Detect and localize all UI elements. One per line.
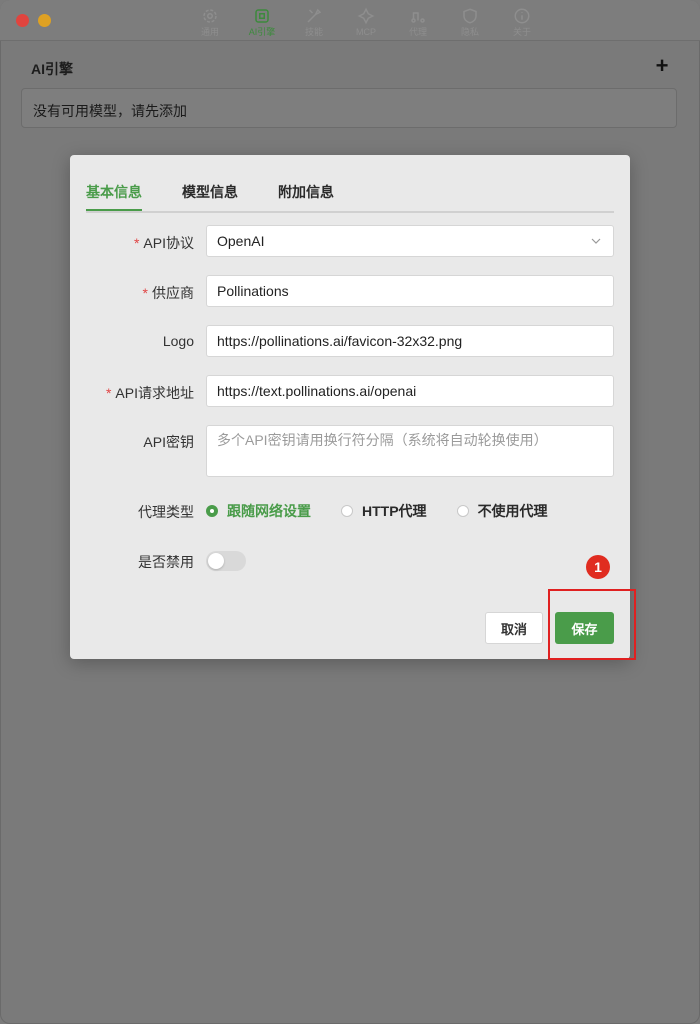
api-protocol-value: OpenAI — [217, 233, 265, 249]
tab-ai-engine[interactable]: AI引擎 — [236, 4, 288, 38]
api-protocol-select[interactable]: OpenAI — [206, 225, 614, 257]
api-key-textarea[interactable]: 多个API密钥请用换行符分隔（系统将自动轮换使用） — [206, 425, 614, 477]
empty-message: 没有可用模型，请先添加 — [33, 103, 187, 119]
logo-label-text: Logo — [162, 333, 194, 349]
proxy-icon — [411, 12, 425, 23]
api-key-label-text: API密钥 — [143, 434, 194, 450]
tab-model-info[interactable]: 模型信息 — [182, 182, 238, 202]
proxy-type-label: 代理类型 — [70, 502, 194, 522]
tab-about[interactable]: 关于 — [496, 4, 548, 38]
tab-extra-info[interactable]: 附加信息 — [278, 182, 334, 202]
api-key-label: API密钥 — [70, 432, 194, 452]
api-url-value: https://text.pollinations.ai/openai — [217, 383, 417, 399]
disabled-label-text: 是否禁用 — [138, 554, 194, 570]
radio-dot — [206, 505, 218, 517]
add-model-dialog: 基本信息 模型信息 附加信息 * API协议 OpenAI * 供应商 Pollin… — [70, 155, 630, 659]
tab-mcp[interactable]: MCP — [340, 4, 392, 38]
active-tab-indicator — [86, 209, 142, 211]
add-model-button[interactable]: + — [652, 55, 672, 77]
provider-label-text: 供应商 — [152, 285, 194, 301]
tab-about-label: 关于 — [512, 27, 531, 37]
required-mark: * — [105, 385, 112, 401]
logo-input[interactable]: https://pollinations.ai/favicon-32x32.pn… — [206, 325, 614, 357]
api-url-label-text: API请求地址 — [115, 385, 194, 401]
radio-follow-network-label: 跟随网络设置 — [227, 503, 311, 519]
toggle-knob — [208, 553, 224, 569]
radio-http-proxy[interactable]: HTTP代理 — [341, 501, 427, 521]
radio-follow-network[interactable]: 跟随网络设置 — [206, 501, 311, 521]
api-key-placeholder: 多个API密钥请用换行符分隔（系统将自动轮换使用） — [217, 432, 548, 448]
step-badge: 1 — [586, 555, 610, 579]
empty-model-list: 没有可用模型，请先添加 — [21, 88, 677, 128]
required-mark: * — [133, 235, 140, 251]
proxy-type-label-text: 代理类型 — [138, 504, 194, 520]
provider-input[interactable]: Pollinations — [206, 275, 614, 307]
tab-general[interactable]: 通用 — [184, 4, 236, 38]
logo-label: Logo — [70, 333, 194, 349]
info-icon — [514, 8, 530, 24]
logo-value: https://pollinations.ai/favicon-32x32.pn… — [217, 333, 463, 349]
tools-icon — [307, 8, 322, 23]
section-title: AI引擎 — [31, 61, 73, 77]
dialog-tabs: 基本信息 模型信息 附加信息 — [86, 177, 614, 213]
gear-icon — [203, 9, 217, 23]
cancel-button[interactable]: 取消 — [485, 612, 543, 644]
tab-proxy[interactable]: 代理 — [392, 4, 444, 38]
minimize-window-button[interactable] — [38, 14, 51, 27]
tab-mcp-label: MCP — [356, 27, 376, 37]
mcp-icon — [357, 7, 375, 25]
settings-toolbar: 通用 AI引擎 技能 MCP 代理 隐私 关于 — [184, 4, 548, 38]
provider-value: Pollinations — [217, 283, 289, 299]
provider-label: * 供应商 — [70, 283, 194, 303]
api-protocol-label: * API协议 — [70, 233, 194, 253]
tab-skills-label: 技能 — [304, 27, 323, 37]
close-window-button[interactable] — [16, 14, 29, 27]
radio-dot — [456, 505, 469, 517]
tab-privacy[interactable]: 隐私 — [444, 4, 496, 38]
api-protocol-label-text: API协议 — [143, 235, 194, 251]
required-mark: * — [142, 285, 148, 301]
radio-no-proxy-label: 不使用代理 — [477, 503, 548, 519]
titlebar: 通用 AI引擎 技能 MCP 代理 隐私 关于 — [0, 0, 700, 41]
tab-general-label: 通用 — [200, 27, 219, 37]
shield-icon — [463, 8, 477, 24]
api-url-input[interactable]: https://text.pollinations.ai/openai — [206, 375, 614, 407]
save-highlight-box — [548, 589, 636, 660]
radio-no-proxy[interactable]: 不使用代理 — [456, 501, 548, 521]
tab-proxy-label: 代理 — [408, 27, 427, 37]
chevron-down-icon — [591, 238, 601, 244]
tab-skills[interactable]: 技能 — [288, 4, 340, 38]
disabled-toggle[interactable] — [206, 551, 246, 571]
api-url-label: * API请求地址 — [70, 383, 194, 403]
tab-ai-engine-label: AI引擎 — [248, 27, 276, 37]
radio-dot — [341, 505, 353, 517]
disabled-label: 是否禁用 — [70, 552, 194, 572]
proxy-type-radio-group: 跟随网络设置 HTTP代理 不使用代理 — [206, 501, 578, 521]
ai-engine-icon — [255, 9, 269, 23]
tab-privacy-label: 隐私 — [460, 27, 479, 37]
radio-http-proxy-label: HTTP代理 — [362, 503, 427, 519]
tab-basic-info[interactable]: 基本信息 — [86, 182, 142, 202]
